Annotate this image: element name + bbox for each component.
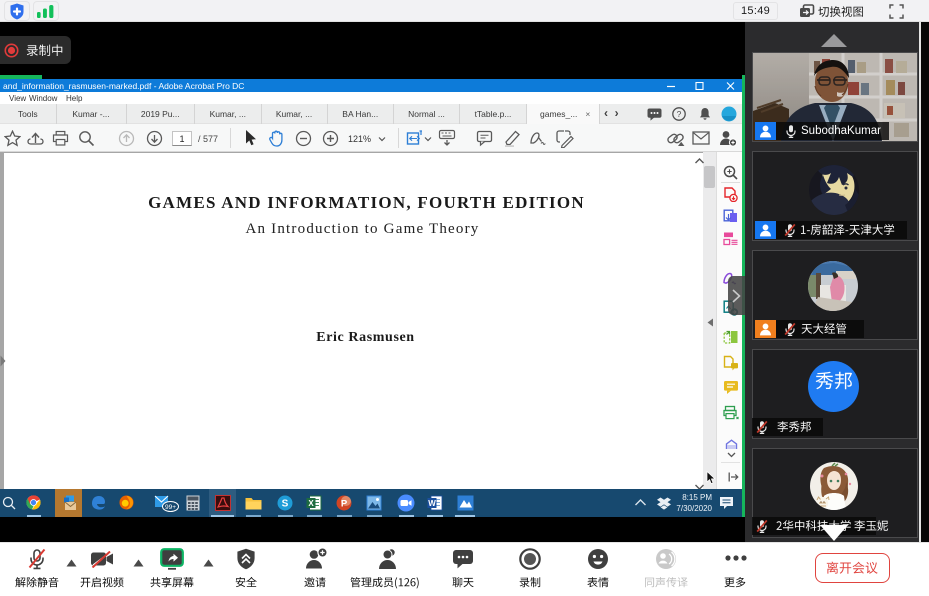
svg-text:?: ? [677,109,682,119]
svg-text:99+: 99+ [165,504,176,511]
svg-text:P: P [341,499,348,510]
svg-text:W: W [428,499,436,508]
svg-text:S: S [282,499,289,510]
svg-text:X: X [308,499,314,508]
